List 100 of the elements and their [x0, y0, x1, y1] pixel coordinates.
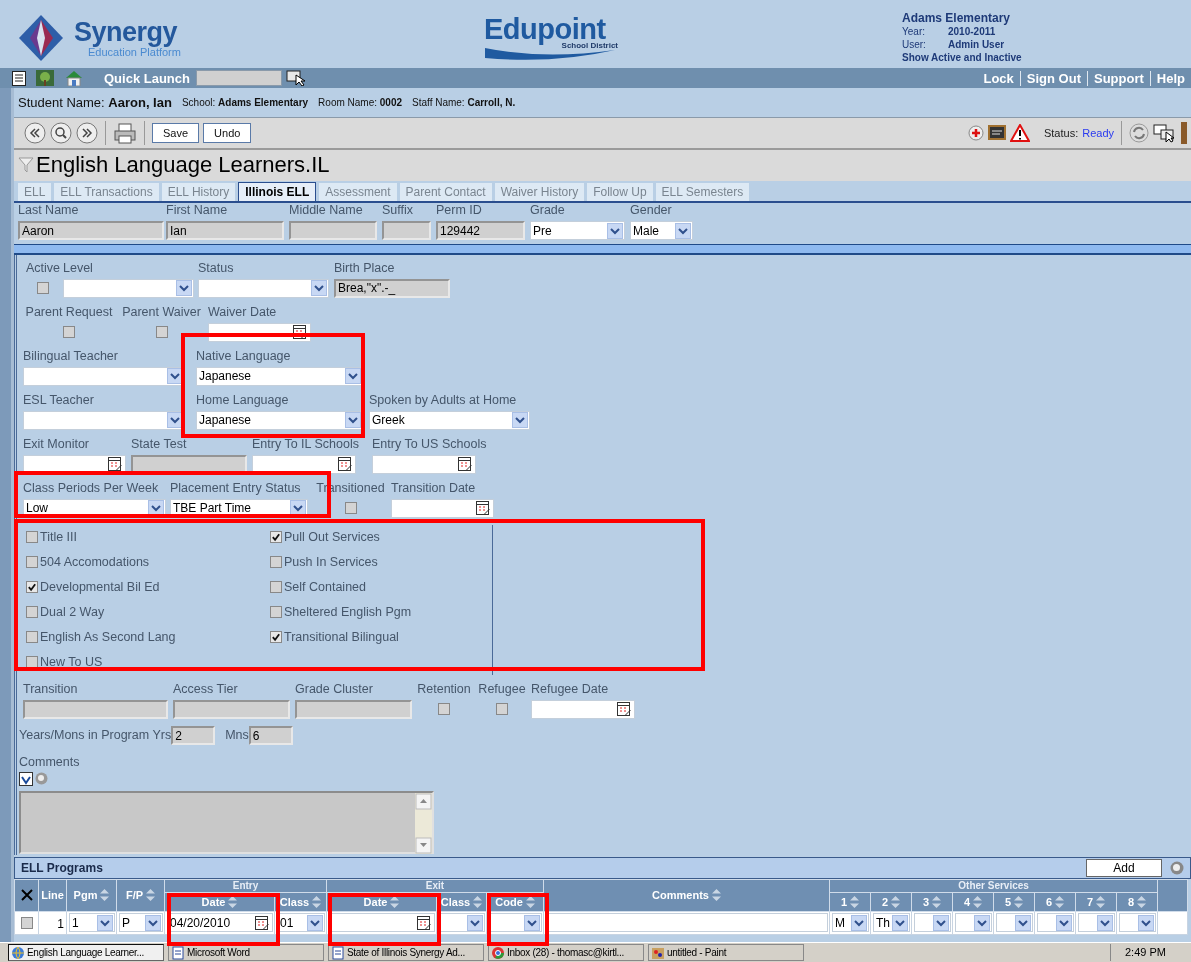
dropdown-field[interactable]: Japanese [196, 366, 363, 386]
checkbox[interactable] [26, 556, 38, 569]
toolbar-button[interactable]: Undo [203, 122, 252, 143]
printer-icon[interactable] [113, 121, 137, 144]
text-field[interactable] [23, 699, 168, 719]
text-field[interactable]: 6 [248, 726, 293, 746]
checkbox-label: English As Second Lang [40, 630, 176, 645]
text-field[interactable] [382, 221, 431, 241]
calendar-icon [475, 500, 491, 517]
home-icon[interactable] [64, 70, 84, 86]
grid-title: ELL Programs [21, 860, 103, 875]
globe-icon [11, 945, 25, 960]
text-field[interactable] [289, 221, 377, 241]
dropdown-field[interactable]: Japanese [196, 410, 363, 430]
filter-link[interactable]: Show Active and Inactive [902, 51, 1022, 64]
sort-icon [100, 889, 110, 902]
windows-pointer-icon[interactable] [1153, 122, 1177, 143]
dropdown-field[interactable]: Pre [530, 221, 625, 241]
comments-field[interactable] [19, 790, 434, 854]
checkbox[interactable] [26, 581, 38, 594]
checkbox[interactable] [270, 581, 282, 594]
checkbox[interactable] [270, 556, 282, 569]
taskbar-button[interactable]: untitled - Paint [648, 944, 804, 961]
dropdown-field[interactable] [996, 913, 1034, 933]
text-field[interactable]: Brea,"x".-_ [334, 278, 450, 298]
field-label: Refugee Date [531, 681, 609, 697]
checkbox[interactable] [155, 325, 168, 338]
chevron-icon [675, 222, 691, 239]
taskbar-button[interactable]: State of Illinois Synergy Ad... [328, 944, 484, 961]
dropdown-field[interactable] [955, 913, 993, 933]
text-field[interactable]: Aaron [18, 221, 164, 241]
checkbox-label: Developmental Bil Ed [40, 580, 160, 595]
spellcheck-icon[interactable] [19, 771, 33, 786]
previous-icon[interactable] [24, 121, 46, 144]
spellcheck-icon[interactable] [987, 124, 1006, 141]
checkbox[interactable] [270, 631, 282, 644]
text-field[interactable] [546, 913, 829, 933]
dropdown-field[interactable] [198, 278, 329, 298]
dropdown-field[interactable] [1078, 913, 1116, 933]
taskbar-button[interactable]: Microsoft Word [168, 944, 324, 961]
text-field[interactable] [295, 699, 412, 719]
taskbar-button[interactable]: English Language Learner... [8, 944, 164, 961]
dropdown-field[interactable] [489, 913, 542, 933]
dropdown-field[interactable]: P [119, 913, 163, 933]
dropdown-field[interactable] [914, 913, 952, 933]
checkbox[interactable] [37, 281, 49, 294]
dropdown-field[interactable] [63, 278, 194, 298]
checkbox[interactable] [26, 531, 38, 544]
date-field[interactable] [329, 913, 435, 933]
dropdown-field[interactable]: M [832, 913, 870, 933]
toolbar-button[interactable]: Save [152, 122, 200, 143]
checkbox[interactable] [496, 702, 508, 715]
checkbox[interactable] [344, 501, 357, 514]
dropdown-field[interactable]: 01 [277, 913, 325, 933]
circle-icon[interactable] [1170, 860, 1184, 875]
checkbox[interactable] [270, 531, 282, 544]
field-label: Level [63, 260, 93, 276]
column-header: Line [38, 879, 67, 912]
checkbox[interactable] [63, 325, 75, 338]
checkbox-label: Sheltered English Pgm [284, 605, 412, 620]
checkbox[interactable] [26, 656, 38, 669]
text-field[interactable]: 129442 [436, 221, 525, 241]
dropdown-field[interactable]: 1 [69, 913, 115, 933]
checkbox[interactable] [26, 606, 38, 619]
search-icon[interactable] [50, 121, 72, 144]
taskbar-button[interactable]: Inbox (28) - thomasc@kirtl... [488, 944, 644, 961]
date-field[interactable] [391, 498, 494, 518]
next-icon[interactable] [76, 121, 98, 144]
tree-icon[interactable] [36, 70, 54, 86]
warning-icon[interactable] [1009, 123, 1030, 142]
district-subtitle: School District [561, 41, 618, 50]
dropdown-field[interactable]: Greek [369, 410, 530, 430]
dropdown-field[interactable]: Th [873, 913, 911, 933]
dropdown-field[interactable]: Male [630, 221, 693, 241]
dropdown-field[interactable] [1119, 913, 1157, 933]
dropdown-field[interactable] [439, 913, 485, 933]
checkbox[interactable] [20, 916, 33, 929]
checkbox[interactable] [26, 631, 38, 644]
date-field[interactable] [252, 454, 356, 474]
filter-icon[interactable] [18, 157, 34, 174]
checkbox[interactable] [270, 606, 282, 619]
add-button[interactable]: Add [1086, 858, 1162, 877]
quick-launch-field[interactable] [195, 70, 282, 86]
add-icon[interactable] [967, 124, 984, 141]
dropdown-field[interactable] [1037, 913, 1075, 933]
date-field[interactable] [531, 699, 635, 719]
text-field[interactable]: Ian [166, 221, 284, 241]
palette-icon [651, 945, 665, 960]
checkbox[interactable] [438, 702, 450, 715]
tab[interactable]: Illinois ELL [238, 182, 317, 202]
list-icon[interactable] [12, 70, 26, 86]
info-label: Year: [902, 25, 926, 38]
text-field[interactable] [173, 699, 290, 719]
window-pointer-icon[interactable] [285, 70, 308, 86]
district-name: Edupoint [484, 14, 606, 44]
date-field[interactable] [372, 454, 476, 474]
refresh-icon[interactable] [1129, 122, 1149, 143]
field-label: Gender [630, 203, 672, 219]
close-icon[interactable] [20, 889, 33, 902]
text-field[interactable]: 2 [171, 726, 216, 746]
